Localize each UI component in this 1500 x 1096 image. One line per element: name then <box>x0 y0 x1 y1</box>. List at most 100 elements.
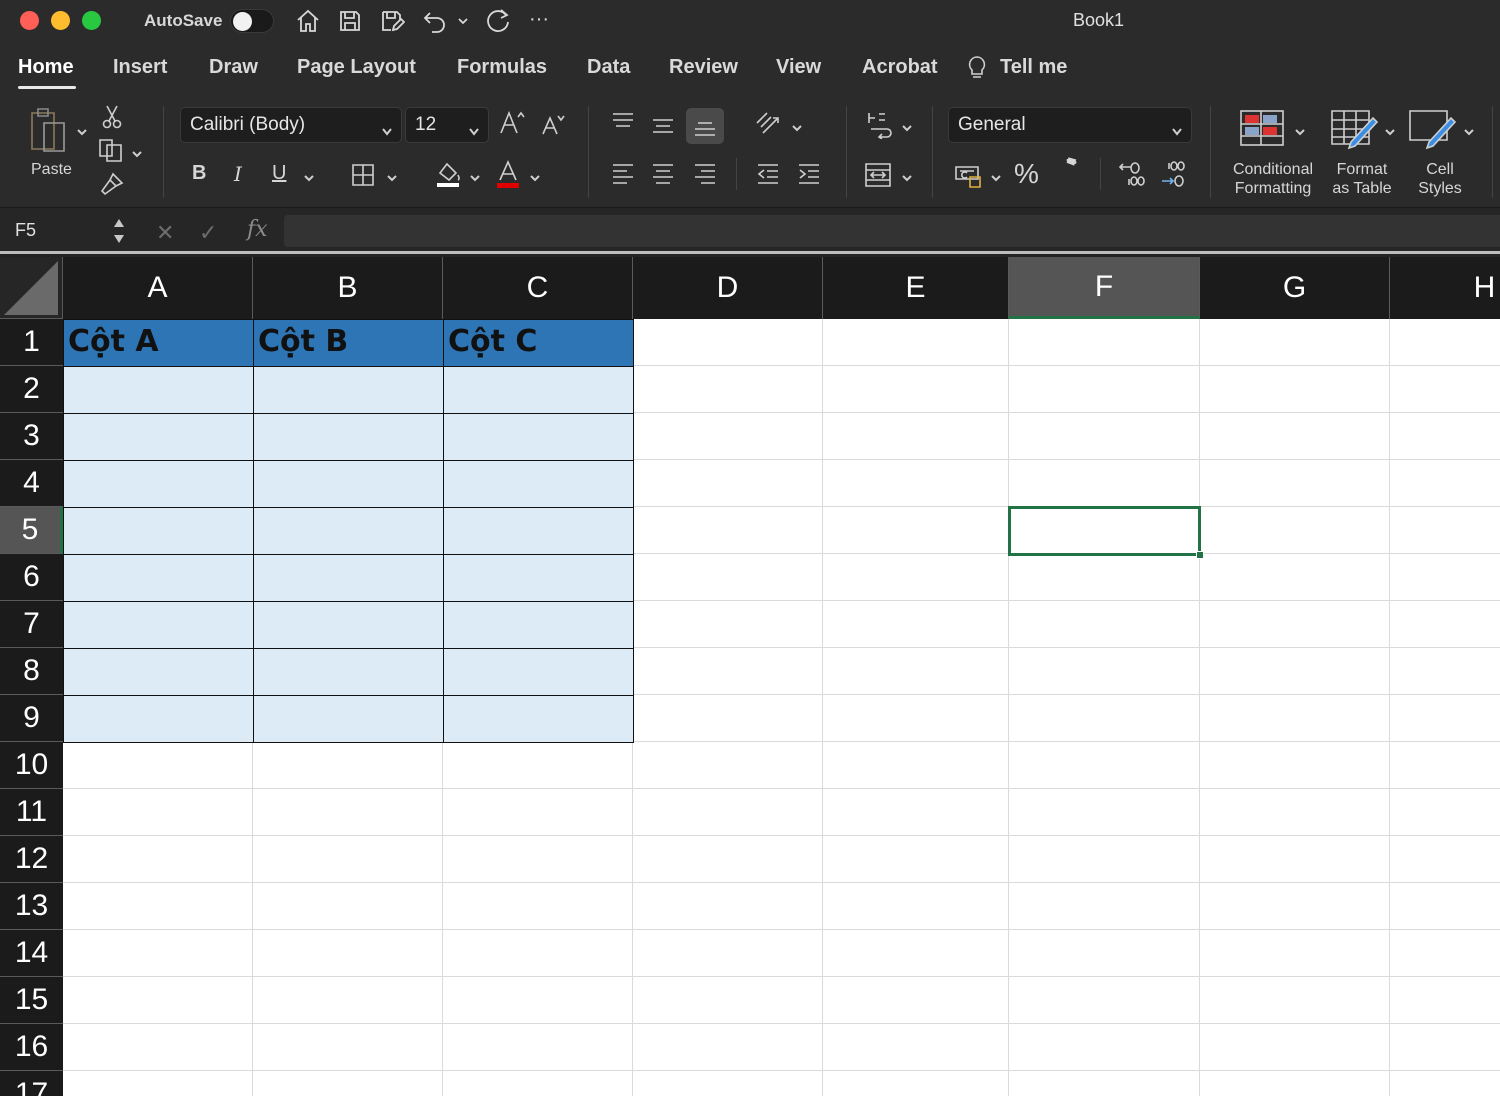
more-commands-icon[interactable]: ··· <box>526 4 552 34</box>
table-cell-B8[interactable] <box>253 648 444 696</box>
row-header-1[interactable]: 1 <box>0 319 63 366</box>
fill-color-dropdown-chevron-icon[interactable] <box>470 170 480 182</box>
decrease-indent-icon[interactable] <box>753 160 783 188</box>
copy-dropdown-chevron-icon[interactable] <box>132 146 142 158</box>
active-cell-F5[interactable] <box>1008 506 1201 556</box>
save-as-icon[interactable] <box>377 6 407 36</box>
autosave-toggle[interactable] <box>230 9 274 33</box>
fill-color-icon[interactable] <box>433 158 463 190</box>
table-cell-B9[interactable] <box>253 695 444 743</box>
zoom-window-button[interactable] <box>82 11 101 30</box>
accounting-dropdown-chevron-icon[interactable] <box>991 170 1001 182</box>
italic-button[interactable]: I <box>234 162 242 186</box>
table-cell-C4[interactable] <box>443 460 634 508</box>
table-cell-A5[interactable] <box>63 507 254 555</box>
tab-page-layout[interactable]: Page Layout <box>297 56 416 79</box>
row-header-13[interactable]: 13 <box>0 883 63 930</box>
tab-insert[interactable]: Insert <box>113 56 167 79</box>
row-header-4[interactable]: 4 <box>0 460 63 507</box>
font-color-dropdown-chevron-icon[interactable] <box>530 170 540 182</box>
save-icon[interactable] <box>335 6 365 36</box>
cell-styles-label[interactable]: Cell Styles <box>1410 160 1470 198</box>
tab-home[interactable]: Home <box>18 56 74 79</box>
table-cell-B6[interactable] <box>253 554 444 602</box>
tab-review[interactable]: Review <box>669 56 738 79</box>
conditional-formatting-label[interactable]: Conditional Formatting <box>1226 160 1320 198</box>
table-cell-A8[interactable] <box>63 648 254 696</box>
table-cell-B4[interactable] <box>253 460 444 508</box>
confirm-entry-icon[interactable]: ✓ <box>199 220 217 246</box>
column-header-A[interactable]: A <box>63 257 253 319</box>
align-bottom-icon[interactable] <box>686 108 724 144</box>
wrap-dropdown-chevron-icon[interactable] <box>902 120 912 132</box>
wrap-text-icon[interactable] <box>864 108 896 140</box>
table-cell-C9[interactable] <box>443 695 634 743</box>
column-header-D[interactable]: D <box>633 257 823 319</box>
increase-indent-icon[interactable] <box>794 160 824 188</box>
row-header-6[interactable]: 6 <box>0 554 63 601</box>
accounting-format-icon[interactable] <box>952 162 984 190</box>
table-cell-C5[interactable] <box>443 507 634 555</box>
format-as-table-label[interactable]: Format as Table <box>1326 160 1398 198</box>
underline-dropdown-chevron-icon[interactable] <box>304 170 314 182</box>
column-header-B[interactable]: B <box>253 257 443 319</box>
font-size-dropdown[interactable]: 12 <box>405 107 489 143</box>
borders-icon[interactable] <box>350 162 376 188</box>
merge-dropdown-chevron-icon[interactable] <box>902 170 912 182</box>
close-window-button[interactable] <box>20 11 39 30</box>
column-header-E[interactable]: E <box>823 257 1009 319</box>
table-cell-C7[interactable] <box>443 601 634 649</box>
undo-dropdown-chevron-icon[interactable] <box>455 6 471 36</box>
text-orientation-icon[interactable] <box>752 108 784 140</box>
tab-view[interactable]: View <box>776 56 821 79</box>
table-cell-B7[interactable] <box>253 601 444 649</box>
tab-data[interactable]: Data <box>587 56 630 79</box>
font-color-icon[interactable] <box>494 158 522 190</box>
table-cell-C3[interactable] <box>443 413 634 461</box>
formula-input[interactable] <box>284 215 1500 247</box>
align-right-icon[interactable] <box>690 160 720 188</box>
table-cell-A4[interactable] <box>63 460 254 508</box>
insert-function-button[interactable]: fx <box>247 217 268 242</box>
minimize-window-button[interactable] <box>51 11 70 30</box>
row-header-11[interactable]: 11 <box>0 789 63 836</box>
tab-draw[interactable]: Draw <box>209 56 258 79</box>
column-header-H[interactable]: H <box>1390 257 1500 319</box>
home-icon[interactable] <box>293 6 323 36</box>
cell-styles-icon[interactable] <box>1406 108 1458 150</box>
table-cell-A6[interactable] <box>63 554 254 602</box>
worksheet-grid[interactable]: Cột A Cột B Cột C A B C D E F G H 1 2 3 4 5 6 7 8 9 10 11 12 13… <box>0 257 1500 1096</box>
cancel-entry-icon[interactable]: ✕ <box>156 220 174 246</box>
row-header-5[interactable]: 5 <box>0 507 63 554</box>
font-name-dropdown[interactable]: Calibri (Body) <box>180 107 402 143</box>
row-header-14[interactable]: 14 <box>0 930 63 977</box>
paste-icon[interactable] <box>18 104 74 156</box>
table-cell-A7[interactable] <box>63 601 254 649</box>
row-header-9[interactable]: 9 <box>0 695 63 742</box>
row-header-16[interactable]: 16 <box>0 1024 63 1071</box>
underline-button[interactable]: U <box>272 162 286 185</box>
table-cell-C6[interactable] <box>443 554 634 602</box>
undo-icon[interactable] <box>420 6 450 36</box>
table-cell-A3[interactable] <box>63 413 254 461</box>
tab-acrobat[interactable]: Acrobat <box>862 56 938 79</box>
fill-handle[interactable] <box>1196 551 1204 559</box>
cell-styles-dropdown-chevron-icon[interactable] <box>1464 124 1474 136</box>
decrease-decimal-icon[interactable] <box>1158 158 1190 190</box>
increase-font-size-icon[interactable] <box>498 108 526 138</box>
row-header-8[interactable]: 8 <box>0 648 63 695</box>
tab-formulas[interactable]: Formulas <box>457 56 547 79</box>
tell-me-search[interactable]: Tell me <box>1000 56 1067 79</box>
format-as-table-dropdown-chevron-icon[interactable] <box>1385 124 1395 136</box>
row-header-7[interactable]: 7 <box>0 601 63 648</box>
bold-button[interactable]: B <box>192 162 206 185</box>
orientation-dropdown-chevron-icon[interactable] <box>792 120 802 132</box>
increase-decimal-icon[interactable] <box>1116 158 1148 190</box>
cut-icon[interactable] <box>100 104 124 130</box>
merge-center-icon[interactable] <box>862 160 894 190</box>
select-all-button[interactable] <box>0 257 63 319</box>
column-header-G[interactable]: G <box>1200 257 1390 319</box>
table-cell-A2[interactable] <box>63 366 254 414</box>
conditional-formatting-dropdown-chevron-icon[interactable] <box>1295 124 1305 136</box>
table-cell-C2[interactable] <box>443 366 634 414</box>
